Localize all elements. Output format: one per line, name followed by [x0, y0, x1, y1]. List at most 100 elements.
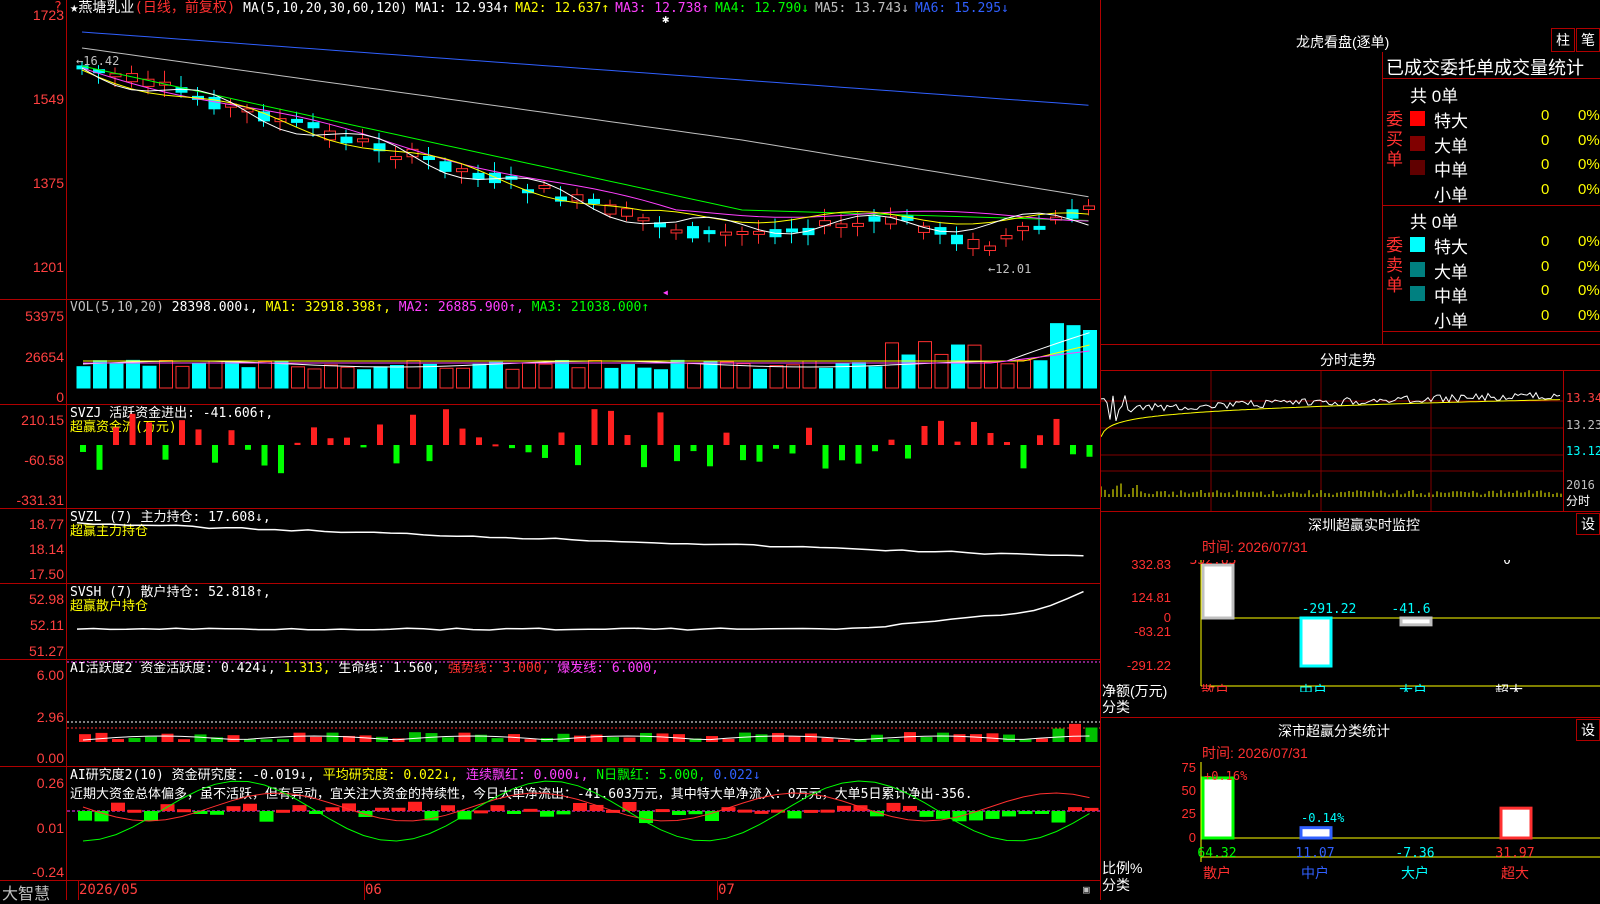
candle-body	[951, 234, 963, 245]
brand-label[interactable]: 大智慧	[2, 880, 50, 904]
retail-position-chart[interactable]	[67, 584, 1100, 659]
fenshi-vol-tick: 2016	[1566, 478, 1595, 492]
flow-bar	[806, 427, 812, 445]
volume-bar	[241, 367, 256, 389]
fund-flow-chart[interactable]	[67, 405, 1100, 508]
candle-body	[1066, 209, 1079, 219]
fenshi-unit: 分时	[1566, 494, 1591, 508]
activity-bar	[1069, 723, 1081, 742]
change-label: -0.14%	[1301, 811, 1345, 825]
row-count: 0	[1541, 233, 1550, 250]
row-count: 0	[1541, 282, 1550, 299]
candle-body	[637, 217, 650, 222]
svsh-tick: 51.27	[28, 643, 64, 659]
activity-bar	[409, 732, 421, 742]
activity-bar	[326, 732, 339, 742]
activity-bar	[772, 732, 784, 742]
research-bar	[936, 811, 950, 819]
classify-settings-button[interactable]: 设	[1576, 719, 1600, 741]
flow-bar	[740, 445, 746, 461]
volume-bar	[93, 360, 107, 389]
fenshi-tick: 13.34	[1566, 391, 1600, 405]
svzl-tick: 18.77	[28, 516, 64, 532]
svzj-tick: -60.58	[24, 452, 64, 468]
date-label: 06	[365, 882, 382, 898]
flow-bar	[1086, 445, 1093, 457]
flow-bar	[855, 445, 862, 464]
flow-bar	[591, 409, 598, 445]
candle-body	[852, 222, 864, 227]
row-count: 0	[1541, 180, 1550, 198]
volume-bar	[208, 360, 223, 389]
ai3-tick: 0.01	[36, 820, 64, 836]
color-swatch	[1410, 111, 1425, 126]
monitor-tick: -83.21	[1134, 624, 1171, 639]
flow-bar	[905, 445, 911, 459]
flow-bar	[245, 445, 251, 450]
date-label: 2026/05	[79, 882, 139, 898]
volume-bar	[934, 353, 949, 389]
volume-bar	[423, 363, 437, 389]
volume-bar	[984, 361, 998, 389]
volume-chart[interactable]	[67, 300, 1100, 404]
candle-body	[439, 161, 452, 172]
row-pct: 0%	[1578, 233, 1600, 250]
research-bar	[490, 805, 505, 811]
flow-bar	[707, 445, 713, 467]
research-bar	[787, 811, 802, 819]
volume-bar	[126, 359, 140, 389]
flow-bar	[393, 445, 400, 464]
ai-activity-chart[interactable]	[67, 660, 1100, 766]
price-tick: 1375	[32, 175, 64, 191]
ai-research-chart[interactable]	[67, 767, 1100, 880]
candle-body	[456, 168, 468, 173]
activity-bar	[128, 737, 141, 742]
category-label: 中户	[1301, 865, 1329, 881]
intraday-chart[interactable]	[1101, 371, 1563, 511]
activity-bar	[260, 739, 273, 742]
research-bar	[408, 801, 422, 811]
candle-body	[835, 223, 848, 229]
fenshi-tick: 13.23	[1566, 418, 1600, 432]
ratio-bar-chart[interactable]: 75 50 25 064.32 11.07 -7.36 31.97 +0.16% -0.14% 散…	[1101, 762, 1600, 900]
volume-bar	[1017, 359, 1031, 389]
activity-bar	[145, 736, 157, 742]
activity-bar	[79, 734, 91, 742]
ma2-line	[81, 69, 1089, 225]
tick-view-button[interactable]: 笔	[1576, 28, 1600, 52]
flow-bar	[410, 414, 416, 445]
flow-bar	[872, 445, 878, 452]
svzj-tick: 210.15	[21, 412, 64, 428]
ratio-bar	[1499, 806, 1533, 840]
volume-bar	[951, 344, 965, 389]
net-bar	[1399, 616, 1433, 627]
research-bar	[259, 811, 274, 822]
main-position-chart[interactable]	[67, 509, 1100, 583]
research-bar	[177, 809, 191, 813]
main-position-line	[76, 522, 1084, 557]
volume-bar	[1033, 360, 1048, 389]
flow-bar	[311, 427, 317, 445]
ma5-line	[81, 47, 1089, 198]
activity-bar	[524, 739, 537, 742]
row-count: 0	[1541, 257, 1550, 275]
lock-icon[interactable]: ▣	[1083, 883, 1090, 896]
activity-bar	[970, 734, 982, 742]
ma3-line	[81, 67, 1089, 222]
net-amount-bar-chart[interactable]: 332.83124.810-83.21-291.22332.83-291.22-…	[1101, 560, 1600, 692]
monitor-settings-button[interactable]: 设	[1576, 513, 1600, 535]
row-pct: 0%	[1578, 282, 1600, 299]
bar-view-button[interactable]: 柱	[1551, 28, 1575, 52]
ratio-value: 64.32	[1197, 846, 1236, 861]
research-bar	[556, 811, 571, 815]
volume-bar	[109, 362, 124, 389]
classify-tick: 25	[1182, 806, 1196, 821]
high-price-marker: ←16.42	[76, 54, 120, 68]
candle-body	[538, 185, 551, 190]
volume-bar	[1000, 363, 1015, 389]
volume-bar	[654, 369, 668, 389]
volume-bar	[522, 362, 536, 389]
flow-bar	[657, 412, 664, 445]
candlestick-chart[interactable]	[67, 0, 1100, 299]
volume-bar	[588, 360, 602, 389]
